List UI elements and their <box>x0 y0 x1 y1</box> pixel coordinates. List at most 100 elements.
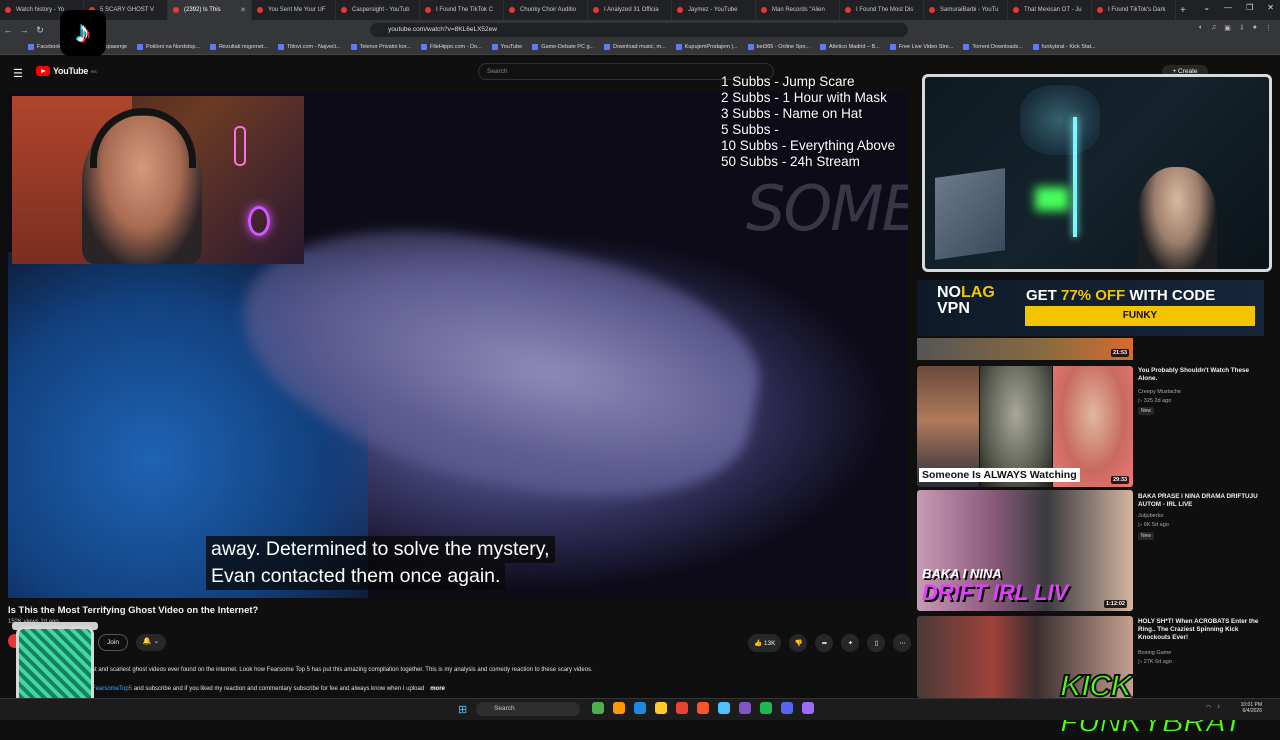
volume-icon[interactable]: ♪ <box>1217 704 1220 711</box>
video-title-link[interactable]: HOLY SH*T! When ACROBATS Enter the Ring.… <box>1138 618 1266 642</box>
browser-tab[interactable]: SamuraiBarbi - YouTu <box>924 0 1008 20</box>
spotify-icon[interactable] <box>760 702 772 714</box>
bookmark-item[interactable]: Atletico Madrid – B... <box>820 44 880 50</box>
bookmark-item[interactable]: KupujemProdajem |... <box>675 44 738 50</box>
more-actions-button[interactable]: ⋯ <box>893 634 912 652</box>
taskbar-search[interactable]: Search <box>476 702 580 716</box>
tab-label: Caspersight - YouTub <box>352 7 410 13</box>
bookmark-item[interactable]: Torrent Downloads... <box>963 44 1023 50</box>
youtube-logo[interactable]: YouTube RS <box>36 66 97 76</box>
like-count: 13K <box>763 639 776 647</box>
taskbar-clock[interactable]: 10:01 PM 6/4/2026 <box>1241 702 1262 714</box>
browser-tab[interactable]: I Found TikTok's Dark <box>1092 0 1176 20</box>
browser-tab[interactable]: That Mexican OT - Ju <box>1008 0 1092 20</box>
taskbar-app-icon[interactable] <box>592 702 604 714</box>
video-title-link[interactable]: You Probably Shouldn't Watch These Alone… <box>1138 367 1266 383</box>
browser-tab[interactable]: You Sent Me Your UF <box>252 0 336 20</box>
tab-label: I Found The TikTok C <box>436 7 493 13</box>
video-caption: away. Determined to solve the mystery, E… <box>206 536 555 590</box>
youtube-favicon-icon <box>5 7 11 13</box>
bookmark-icon <box>675 44 682 50</box>
new-tab-button[interactable]: + <box>1180 5 1186 16</box>
bookmark-label: Atletico Madrid – B... <box>829 44 880 50</box>
new-badge: New <box>1138 407 1155 415</box>
chrome-icon[interactable] <box>676 702 688 714</box>
bookmark-label: YouTube <box>500 44 523 50</box>
bookmark-item[interactable]: Rezultati nogomet... <box>210 44 268 50</box>
menu-icon[interactable]: ☰ <box>13 67 23 80</box>
back-icon[interactable]: ← <box>0 25 16 35</box>
video-title-link[interactable]: BAKA PRASE I NINA DRAMA DRIFTUJU AUTOM -… <box>1138 493 1266 509</box>
subs-goal: 3 Subbs - Name on Hat <box>721 106 863 121</box>
bookmark-icon <box>350 44 357 50</box>
menu-icon[interactable]: ⋮ <box>1265 24 1272 32</box>
browser-tab-active[interactable]: (2392) Is This ✕ <box>168 0 252 20</box>
channel-name[interactable]: Jutjuberko <box>1138 512 1163 520</box>
share-button[interactable]: ➦ <box>815 634 834 652</box>
bookmark-item[interactable]: Free Live Video Stre... <box>889 44 953 50</box>
notification-bell-button[interactable]: 🔔 ⌄ <box>136 634 166 651</box>
video-thumbnail[interactable] <box>917 338 1133 360</box>
profile-icon[interactable]: ● <box>1253 24 1257 32</box>
ask-button[interactable]: ✦ <box>841 634 860 652</box>
bookmark-item[interactable]: funkybrat - Kick Stat... <box>1032 44 1096 50</box>
bookmark-item[interactable]: YouTube <box>491 44 523 50</box>
thumbnail-banner: Someone Is ALWAYS Watching <box>919 468 1080 482</box>
channel-link[interactable]: FearsomeTop5 <box>92 686 132 692</box>
channel-name[interactable]: Creepy Mustache <box>1138 388 1181 396</box>
forward-icon[interactable]: → <box>16 25 32 35</box>
discord-icon[interactable] <box>781 702 793 714</box>
tab-search-icon[interactable]: ⌄ <box>1203 3 1210 12</box>
minimize-button[interactable]: — <box>1224 3 1232 12</box>
description-more-button[interactable]: more <box>430 686 445 692</box>
bookmark-item[interactable]: bet365 - Online Spo... <box>747 44 810 50</box>
save-button[interactable]: ▯ <box>867 634 886 652</box>
brave-icon[interactable] <box>697 702 709 714</box>
browser-tab[interactable]: I Found The Most Dis <box>840 0 924 20</box>
ad-headline-text: WITH CODE <box>1125 287 1216 304</box>
like-button[interactable]: 👍 13K <box>748 634 782 652</box>
bookmark-item[interactable]: FileHippo.com - Do... <box>420 44 482 50</box>
bookmark-item[interactable]: Facebook <box>28 44 61 50</box>
browser-tab[interactable]: I Found The TikTok C <box>420 0 504 20</box>
browser-tab[interactable]: Jaymez - YouTube <box>672 0 756 20</box>
browser-tab[interactable]: Caspersight - YouTub <box>336 0 420 20</box>
bookmark-item[interactable]: Titlovi.com - Najveći... <box>278 44 341 50</box>
file-explorer-icon[interactable] <box>655 702 667 714</box>
wifi-icon[interactable]: ◠ <box>1206 704 1211 711</box>
bookmark-item[interactable]: Telenor Privatni kor... <box>350 44 411 50</box>
tab-label: Chunky Choir Auditio <box>520 7 577 13</box>
bookmark-item[interactable]: Game-Debate PC g... <box>532 44 594 50</box>
bookmark-item[interactable]: Download music, m... <box>604 44 666 50</box>
taskbar-app-icon[interactable] <box>802 702 814 714</box>
extension-icon[interactable]: ◐ <box>1199 24 1203 32</box>
bookmark-item[interactable]: Pokloni na Nordstop... <box>136 44 200 50</box>
subs-goal: 10 Subbs - Everything Above <box>721 138 896 153</box>
youtube-favicon-icon <box>677 7 683 13</box>
extension-icon[interactable]: ▣ <box>1224 24 1231 32</box>
browser-tab[interactable]: I Analyzed 31 Officia <box>588 0 672 20</box>
maximize-button[interactable]: ❐ <box>1246 3 1253 12</box>
address-bar[interactable]: youtube.com/watch?v=8KL6eLX52ew <box>370 23 908 37</box>
join-button[interactable]: Join <box>98 634 128 651</box>
ad-code-button[interactable]: FUNKY <box>1025 306 1255 326</box>
windows-start-icon[interactable]: ⊞ <box>458 703 467 716</box>
taskbar-app-icon[interactable] <box>718 702 730 714</box>
reload-icon[interactable]: ↻ <box>32 25 48 36</box>
dislike-button[interactable]: 👎 <box>789 634 808 652</box>
video-meta: ▷ 27K 6d ago <box>1138 659 1172 665</box>
browser-tab[interactable]: Chunky Choir Auditio <box>504 0 588 20</box>
teams-icon[interactable] <box>739 702 751 714</box>
channel-name[interactable]: Boxing Game <box>1138 649 1171 657</box>
youtube-play-icon <box>36 66 50 76</box>
taskbar-app-icon[interactable] <box>634 702 646 714</box>
download-icon[interactable]: ⇩ <box>1239 24 1245 32</box>
taskbar-app-icon[interactable] <box>613 702 625 714</box>
close-window-button[interactable]: ✕ <box>1267 3 1274 12</box>
youtube-favicon-icon <box>257 7 263 13</box>
close-tab-icon[interactable]: ✕ <box>240 6 246 14</box>
browser-tab[interactable]: Man Records "Alien <box>756 0 840 20</box>
ad-headline-accent: 77% OFF <box>1061 287 1126 304</box>
duration-badge: 29:33 <box>1111 476 1130 484</box>
music-icon[interactable]: ♫ <box>1211 24 1216 32</box>
